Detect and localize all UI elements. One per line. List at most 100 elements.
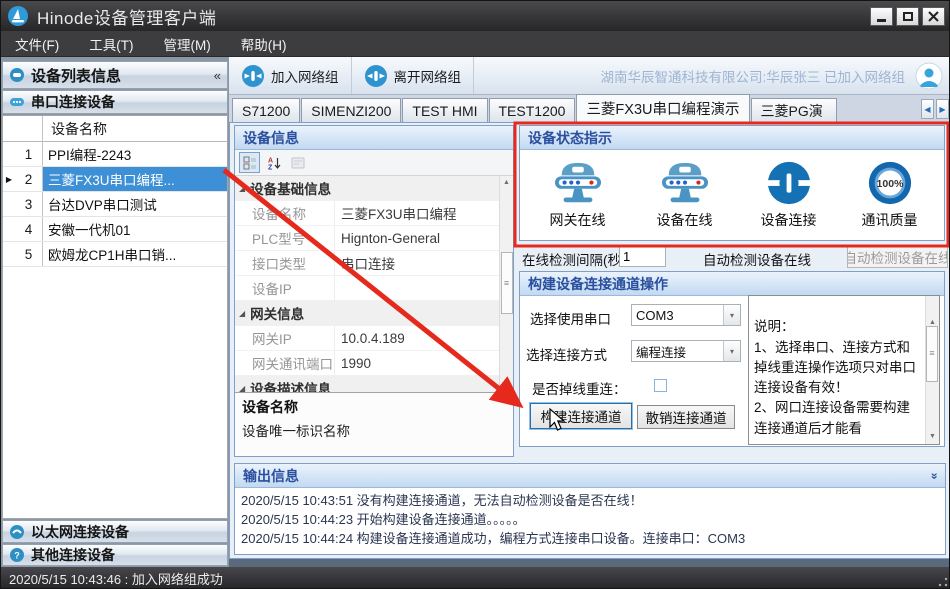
build-channel-button[interactable]: 构建连接通道: [530, 403, 632, 429]
device-row-selected[interactable]: ▶ 2 三菱FX3U串口编程...: [3, 167, 227, 192]
app-window: Hinode设备管理客户端 文件(F) 工具(T) 管理(M) 帮助(H) 设备…: [0, 0, 950, 589]
serial-device-icon: [9, 94, 25, 110]
categorized-icon: [243, 156, 257, 170]
pg-row-gateway-ip[interactable]: 网关IP 10.0.4.189: [235, 326, 499, 351]
ethernet-device-icon: [9, 524, 25, 540]
auto-detect-label: 自动检测设备在线: [703, 249, 811, 269]
svg-text:?: ?: [14, 551, 20, 561]
close-button[interactable]: [922, 7, 945, 26]
reconnect-checkbox[interactable]: [654, 379, 667, 392]
collapse-sidebar-icon[interactable]: «: [214, 68, 221, 83]
maximize-button[interactable]: [896, 7, 919, 26]
user-avatar-icon[interactable]: [915, 62, 943, 90]
device-status-header: 设备状态指示: [520, 126, 944, 150]
output-log: 2020/5/15 10:43:51 没有构建连接通道，无法自动检测设备是否在线…: [235, 488, 945, 551]
tab-test-hmi[interactable]: TEST HMI: [402, 98, 487, 122]
reconnect-label: 是否掉线重连：: [532, 378, 627, 398]
detect-interval-input[interactable]: [619, 246, 666, 267]
sidebar-section-ethernet[interactable]: 以太网连接设备: [2, 520, 228, 543]
collapse-output-icon[interactable]: «: [927, 472, 941, 479]
channel-panel-header: 构建设备连接通道操作: [520, 272, 944, 296]
combo-dropdown-icon[interactable]: ▾: [723, 341, 740, 361]
device-list-sidebar: 设备列表信息 « 串口连接设备 设备名称 1 PPI编程-2243 ▶ 2 三菱…: [1, 57, 229, 567]
tab-strip: S71200 SIMENZI200 TEST HMI TEST1200 三菱FX…: [229, 95, 950, 123]
serial-port-combo[interactable]: COM3 ▾: [631, 304, 741, 326]
combo-dropdown-icon[interactable]: ▾: [723, 305, 740, 325]
tab-scroll-right-icon[interactable]: ▶: [936, 99, 949, 119]
pg-row-plc-model[interactable]: PLC型号 Hignton-General: [235, 226, 499, 251]
device-connect-icon: [764, 160, 814, 208]
output-panel: 输出信息 « 2020/5/15 10:43:51 没有构建连接通道，无法自动检…: [234, 463, 946, 555]
tab-s71200[interactable]: S71200: [232, 98, 300, 122]
maximize-icon: [903, 12, 913, 21]
minimize-button[interactable]: [870, 7, 893, 26]
device-table: 设备名称 1 PPI编程-2243 ▶ 2 三菱FX3U串口编程... 3 台达…: [2, 115, 228, 519]
property-description-title: 设备名称: [242, 399, 298, 415]
scroll-thumb[interactable]: ≡: [926, 326, 938, 382]
leave-network-button[interactable]: 离开网络组: [352, 57, 475, 94]
channel-note-box: 说明： 1、选择串口、连接方式和掉线重连操作选项只对串口连接设备有效！ 2、网口…: [748, 295, 940, 445]
category-expand-icon: ◢: [235, 384, 250, 393]
property-grid-scrollbar[interactable]: ▲ ≡ ▼: [499, 176, 513, 392]
scroll-thumb[interactable]: ≡: [501, 252, 513, 314]
pg-row-gateway-port[interactable]: 网关通讯端口 1990: [235, 351, 499, 376]
scroll-down-icon[interactable]: ▼: [926, 431, 939, 444]
tab-simenzi200[interactable]: SIMENZI200: [301, 98, 401, 122]
pg-row-interface-type[interactable]: 接口类型 串口连接: [235, 251, 499, 276]
gateway-online-icon: [547, 160, 609, 208]
status-bar-text: 2020/5/15 10:43:46 : 加入网络组成功: [9, 569, 223, 588]
connect-mode-combo[interactable]: 编程连接 ▾: [631, 340, 741, 362]
sidebar-section-serial[interactable]: 串口连接设备: [2, 90, 228, 114]
device-row[interactable]: 4 安徽一代机01: [3, 217, 227, 242]
pg-category-basic[interactable]: ◢ 设备基础信息: [235, 176, 499, 201]
detect-interval-label: 在线检测间隔(秒: [522, 249, 619, 269]
property-grid: ◢ 设备基础信息 设备名称 三菱FX3U串口编程 PLC型号 Hignton-G…: [235, 176, 513, 392]
alphabetical-sort-button[interactable]: A Z: [263, 152, 284, 173]
device-status-panel: 设备状态指示 网关在线: [519, 125, 945, 241]
sidebar-section-other[interactable]: ? 其他连接设备: [2, 544, 228, 566]
status-gateway-online: 网关在线: [547, 160, 609, 230]
menu-bar: 文件(F) 工具(T) 管理(M) 帮助(H): [1, 31, 950, 57]
device-row[interactable]: 5 欧姆龙CP1H串口销...: [3, 242, 227, 267]
online-detect-row: 在线检测间隔(秒 自动检测设备在线 自动检测设备在线: [519, 245, 949, 269]
pg-category-description[interactable]: ◢ 设备描述信息: [235, 376, 499, 392]
title-bar: Hinode设备管理客户端: [1, 1, 950, 31]
device-row[interactable]: 1 PPI编程-2243: [3, 142, 227, 167]
categorized-view-button[interactable]: [239, 152, 260, 173]
row-marker-icon: ▶: [3, 175, 15, 184]
menu-manage[interactable]: 管理(M): [164, 34, 211, 54]
resize-grip[interactable]: [938, 577, 948, 587]
pg-row-device-name[interactable]: 设备名称 三菱FX3U串口编程: [235, 201, 499, 226]
column-device-name: 设备名称: [43, 119, 107, 139]
scroll-up-icon[interactable]: ▲: [503, 176, 510, 189]
menu-tools[interactable]: 工具(T): [89, 34, 133, 54]
menu-help[interactable]: 帮助(H): [241, 34, 287, 54]
menu-file[interactable]: 文件(F): [15, 34, 59, 54]
status-comm-quality: 100% 通讯质量: [862, 160, 918, 230]
property-grid-toolbar: A Z: [235, 150, 513, 176]
property-description-text: 设备唯一标识名称: [242, 420, 506, 440]
output-panel-header: 输出信息 «: [235, 464, 945, 488]
join-network-button[interactable]: 加入网络组: [229, 57, 352, 94]
log-line: 2020/5/15 10:44:24 构建设备连接通道成功，编程方式连接串口设备…: [241, 529, 939, 548]
device-list-icon: [9, 67, 25, 83]
pg-row-device-ip[interactable]: 设备IP: [235, 276, 499, 301]
destroy-channel-button[interactable]: 散销连接通道: [637, 405, 735, 429]
device-info-panel: 设备信息 A Z: [234, 125, 514, 457]
device-info-header: 设备信息: [235, 126, 513, 150]
pg-category-gateway[interactable]: ◢ 网关信息: [235, 301, 499, 326]
note-scrollbar[interactable]: ▲ ≡ ▼: [925, 296, 939, 444]
scroll-down-icon[interactable]: ▼: [503, 379, 510, 392]
device-table-header: 设备名称: [3, 116, 227, 142]
tab-test1200[interactable]: TEST1200: [489, 98, 576, 122]
tab-mitsubishi-fx3u[interactable]: 三菱FX3U串口编程演示: [576, 94, 749, 122]
serial-port-label: 选择使用串口: [530, 308, 611, 328]
tab-scroll-left-icon[interactable]: ◀: [921, 99, 934, 119]
device-row[interactable]: 3 台达DVP串口测试: [3, 192, 227, 217]
close-icon: [928, 11, 939, 22]
company-status-text: 湖南华辰智通科技有限公司:华辰张三 已加入网络组: [600, 66, 905, 86]
sidebar-header[interactable]: 设备列表信息 «: [2, 61, 228, 89]
log-line: 2020/5/15 10:44:23 开始构建设备连接通道。。。。。: [241, 510, 939, 529]
tab-mitsubishi-pg[interactable]: 三菱PG演: [751, 98, 837, 122]
property-description-box: 设备名称 设备唯一标识名称: [235, 392, 513, 456]
